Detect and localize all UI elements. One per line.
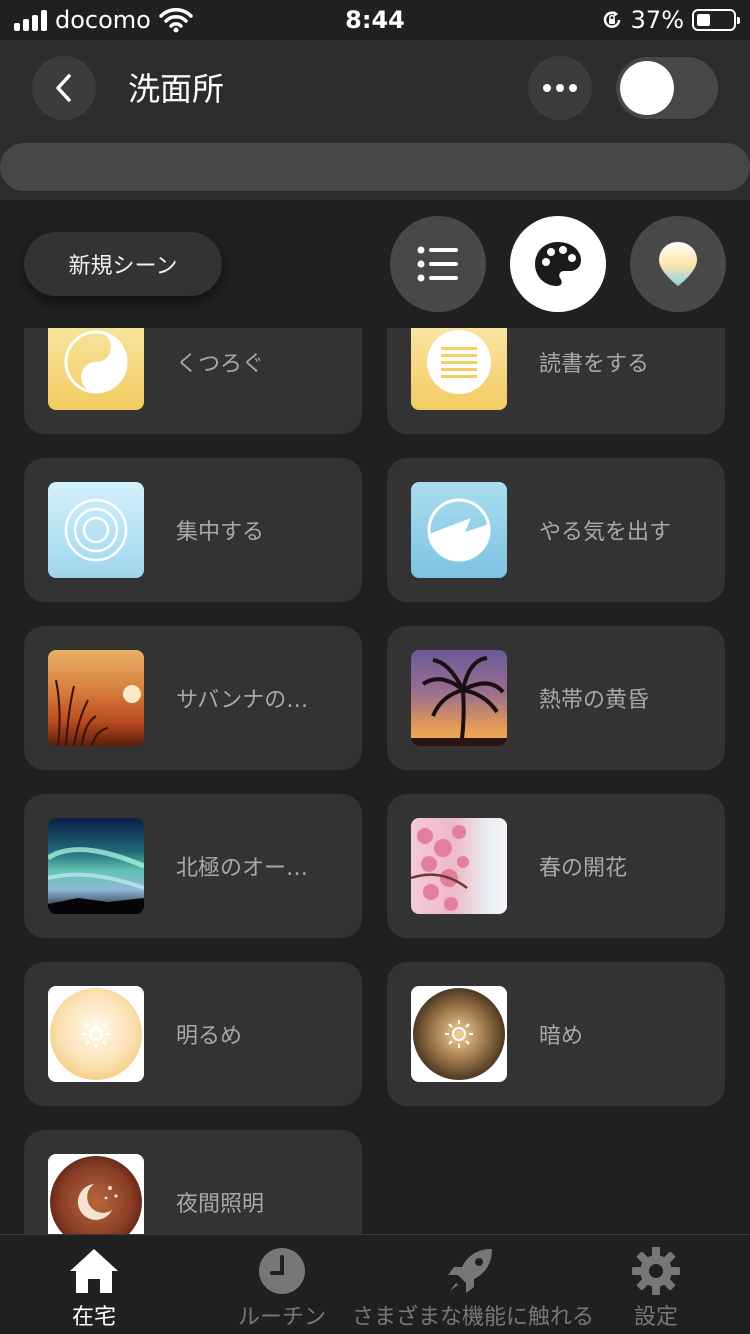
clock-icon <box>259 1248 305 1294</box>
toggle-knob <box>620 61 674 115</box>
scene-label: 読書をする <box>539 352 650 377</box>
status-right: 37% <box>601 6 740 34</box>
new-scene-button[interactable]: 新規シーン <box>24 232 222 296</box>
more-button[interactable] <box>528 56 592 120</box>
tab-routine[interactable]: ルーチン <box>188 1235 376 1334</box>
scene-label: 北極のオー… <box>176 856 309 881</box>
tab-label: 設定 <box>633 1305 678 1330</box>
tab-settings[interactable]: 設定 <box>562 1235 750 1334</box>
scene-card-relax[interactable]: くつろぐ <box>24 328 362 434</box>
scene-label: サバンナの… <box>176 688 309 713</box>
more-dots-icon <box>543 84 577 92</box>
location-pin-icon <box>659 242 697 286</box>
battery-percent: 37% <box>630 6 684 34</box>
tab-label: ルーチン <box>237 1305 326 1330</box>
scene-card-reading[interactable]: 読書をする <box>387 328 725 434</box>
tab-home[interactable]: 在宅 <box>0 1235 188 1334</box>
status-bar: docomo 8:44 37% <box>0 0 750 40</box>
concentric-circles-icon <box>48 482 144 578</box>
energize-circle-icon <box>411 482 507 578</box>
home-icon <box>70 1249 118 1293</box>
scene-card-dim[interactable]: 暗め <box>387 962 725 1106</box>
scene-label: 明るめ <box>176 1024 243 1049</box>
tab-label: さまざまな機能に触れる <box>352 1305 595 1330</box>
location-view-button[interactable] <box>630 216 726 312</box>
scene-card-night[interactable]: 夜間照明 <box>24 1130 362 1234</box>
tab-bar: 在宅 ルーチン さまざまな機能に触れる 設定 <box>0 1234 750 1334</box>
list-icon <box>417 246 458 282</box>
scene-card-concentrate[interactable]: 集中する <box>24 458 362 602</box>
bright-sun-icon <box>48 986 144 1082</box>
gear-icon <box>632 1247 680 1295</box>
scene-card-tropical[interactable]: 熱帯の黄昏 <box>387 626 725 770</box>
list-view-button[interactable] <box>390 216 486 312</box>
power-toggle[interactable] <box>616 57 718 119</box>
chevron-left-icon <box>56 74 71 102</box>
scene-label: くつろぐ <box>176 352 265 377</box>
tab-explore[interactable]: さまざまな機能に触れる <box>352 1235 595 1334</box>
page-title: 洗面所 <box>128 70 225 108</box>
yin-yang-icon <box>48 328 144 410</box>
aurora-photo <box>48 818 144 914</box>
scene-card-spring[interactable]: 春の開花 <box>387 794 725 938</box>
scene-grid: くつろぐ 読書をする 集中する やる気を出す サバンナの… 熱帯の黄昏 北極のオ… <box>0 328 750 1234</box>
palette-view-button[interactable] <box>510 216 606 312</box>
brightness-slider[interactable] <box>0 143 750 191</box>
scene-card-bright[interactable]: 明るめ <box>24 962 362 1106</box>
scene-label: やる気を出す <box>539 520 672 545</box>
rocket-icon <box>448 1249 492 1293</box>
tab-label: 在宅 <box>71 1305 116 1330</box>
cherry-blossom-photo <box>411 818 507 914</box>
scene-card-energize[interactable]: やる気を出す <box>387 458 725 602</box>
scene-label: 熱帯の黄昏 <box>539 688 650 713</box>
night-moon-icon <box>48 1154 144 1234</box>
savanna-sunset-photo <box>48 650 144 746</box>
scene-label: 夜間照明 <box>176 1192 265 1217</box>
battery-icon <box>692 9 740 31</box>
dim-sun-icon <box>411 986 507 1082</box>
palette-icon <box>535 242 581 286</box>
tropical-twilight-palm-photo <box>411 650 507 746</box>
scene-card-aurora[interactable]: 北極のオー… <box>24 794 362 938</box>
scene-label: 暗め <box>539 1024 584 1049</box>
back-button[interactable] <box>32 56 96 120</box>
orientation-lock-icon <box>603 11 620 28</box>
reading-lines-icon <box>411 328 507 410</box>
scene-card-savanna[interactable]: サバンナの… <box>24 626 362 770</box>
scene-label: 春の開花 <box>539 856 628 881</box>
scene-label: 集中する <box>176 520 265 545</box>
